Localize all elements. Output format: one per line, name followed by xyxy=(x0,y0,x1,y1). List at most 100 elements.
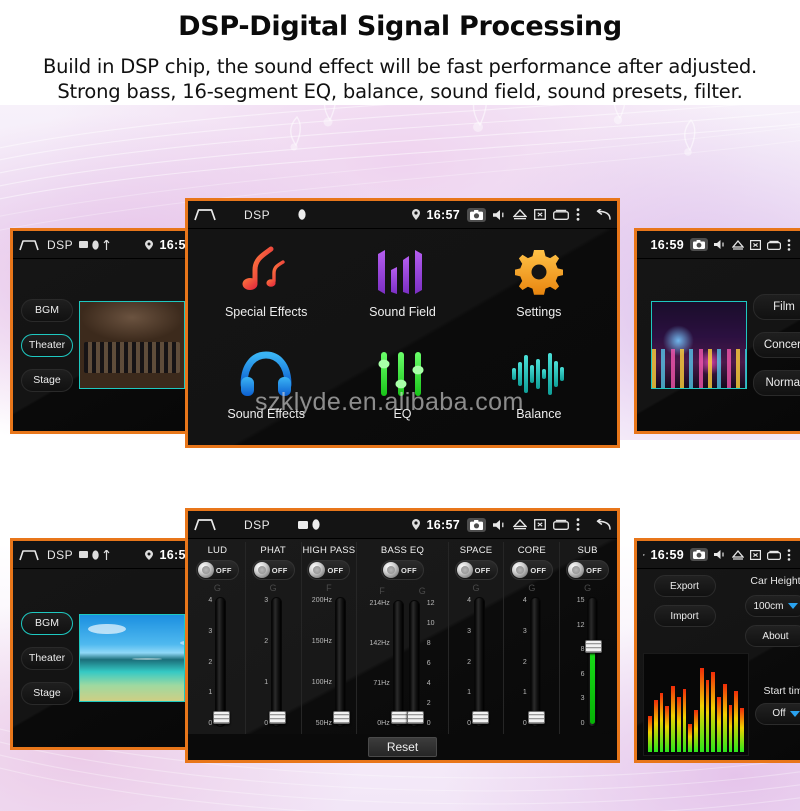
eq-column-phat: PHAT OFF G 32 10 xyxy=(246,542,302,734)
camera-icon[interactable] xyxy=(690,238,708,251)
camera-icon[interactable] xyxy=(467,517,486,532)
eq-slider-thumb[interactable] xyxy=(585,639,603,653)
knob-icon[interactable] xyxy=(309,562,326,578)
preset-button-theater[interactable]: Theater xyxy=(21,333,73,357)
car-height-label: Car Height xyxy=(750,575,800,587)
eq-toggle-row[interactable]: OFF xyxy=(195,560,239,580)
eq-slider-track[interactable] xyxy=(269,597,287,727)
recents-icon[interactable] xyxy=(553,519,569,530)
mute-icon[interactable] xyxy=(493,519,506,531)
preset-button-stage[interactable]: Stage xyxy=(21,681,73,705)
eq-slider-track[interactable] xyxy=(472,597,489,727)
equalizer-sliders-icon xyxy=(377,345,427,403)
app-tile-balance[interactable]: Balance xyxy=(471,339,607,441)
about-button[interactable]: About xyxy=(744,625,800,647)
eq-slider-thumb[interactable] xyxy=(390,711,408,724)
preset-button-bgm[interactable]: BGM xyxy=(21,298,73,322)
eq-slider-thumb[interactable] xyxy=(269,711,287,724)
screen-off-icon[interactable] xyxy=(750,239,761,250)
eq-toggle-row[interactable]: OFF xyxy=(251,560,295,580)
home-icon[interactable] xyxy=(194,208,216,221)
knob-icon[interactable] xyxy=(383,562,400,578)
eq-slider-track[interactable] xyxy=(527,597,545,727)
mute-icon[interactable] xyxy=(714,549,726,560)
preset-button-film[interactable]: Film xyxy=(753,294,800,320)
preset-button-stage[interactable]: Stage xyxy=(21,368,73,392)
overflow-menu-icon[interactable] xyxy=(576,518,580,531)
recents-icon[interactable] xyxy=(767,240,781,250)
eq-slider-track[interactable] xyxy=(333,597,351,727)
knob-icon[interactable] xyxy=(197,562,214,578)
spectrum-bar xyxy=(740,708,745,752)
start-time-dropdown[interactable]: Off xyxy=(755,702,800,725)
app-tile-settings[interactable]: Settings xyxy=(471,237,607,339)
eq-slider-thumb[interactable] xyxy=(213,711,231,724)
preset-thumbnail-beach[interactable] xyxy=(79,614,185,702)
eq-slider-track[interactable] xyxy=(213,597,231,727)
knob-icon[interactable] xyxy=(512,562,529,578)
eq-slider-thumb[interactable] xyxy=(406,711,424,724)
app-tile-sound-field[interactable]: Sound Field xyxy=(334,237,470,339)
knob-icon[interactable] xyxy=(253,562,270,578)
back-icon[interactable] xyxy=(593,208,611,221)
overflow-menu-icon[interactable] xyxy=(787,238,791,251)
mute-icon[interactable] xyxy=(714,239,726,250)
status-time: 16:59 xyxy=(650,237,684,252)
settings-body: Export Import Car Height 100cm About Sta… xyxy=(637,569,800,760)
eq-toggle-row[interactable]: OFF xyxy=(307,560,351,580)
eject-icon[interactable] xyxy=(732,549,744,560)
start-time-group: Start time Off xyxy=(755,653,800,756)
car-height-dropdown[interactable]: 100cm xyxy=(744,595,800,617)
preset-thumbnail-concert[interactable] xyxy=(651,301,747,389)
toggle-state-label: OFF xyxy=(271,565,288,575)
eject-icon[interactable] xyxy=(513,519,527,530)
eq-slider-track[interactable] xyxy=(585,597,603,727)
settings-bottom-row: Start time Off xyxy=(643,653,800,756)
reset-button[interactable]: Reset xyxy=(367,737,438,757)
recents-icon[interactable] xyxy=(767,550,781,560)
eject-icon[interactable] xyxy=(732,239,744,250)
status-bar: DSP 16:57 xyxy=(13,541,199,569)
home-icon[interactable] xyxy=(19,549,41,561)
eq-slider-track-frequency[interactable] xyxy=(390,600,408,727)
knob-icon[interactable] xyxy=(456,562,473,578)
status-time: 16:57 xyxy=(426,517,460,532)
home-icon[interactable] xyxy=(194,518,216,531)
screen-off-icon[interactable] xyxy=(750,549,761,560)
preset-button-theater[interactable]: Theater xyxy=(21,646,73,670)
app-tile-sound-effects[interactable]: Sound Effects xyxy=(198,339,334,441)
eq-toggle-row[interactable]: OFF xyxy=(454,560,498,580)
export-button[interactable]: Export xyxy=(653,575,716,597)
recents-icon[interactable] xyxy=(553,209,569,220)
app-label: Sound Effects xyxy=(227,407,305,421)
eq-slider-track-gain[interactable] xyxy=(406,600,424,727)
eject-icon[interactable] xyxy=(513,209,527,220)
home-icon[interactable] xyxy=(19,239,41,251)
app-tile-eq[interactable]: EQ xyxy=(334,339,470,441)
eq-slider-thumb[interactable] xyxy=(527,711,545,724)
screen-off-icon[interactable] xyxy=(534,209,546,220)
eq-slider-thumb[interactable] xyxy=(333,711,351,724)
eq-toggle-row[interactable]: OFF xyxy=(510,560,554,580)
eq-slider-thumb[interactable] xyxy=(472,711,489,724)
screen-off-icon[interactable] xyxy=(534,519,546,530)
eq-toggle-row[interactable]: OFF xyxy=(381,560,424,580)
overflow-menu-icon[interactable] xyxy=(576,208,580,221)
knob-icon[interactable] xyxy=(568,562,585,578)
back-icon[interactable] xyxy=(593,518,611,531)
overflow-menu-icon[interactable] xyxy=(787,548,791,561)
sd-card-icon xyxy=(79,551,89,558)
eq-tick-labels: 15 12 86 30 xyxy=(576,597,585,727)
preset-button-normal[interactable]: Normal xyxy=(753,370,800,396)
eq-slider-zone: 200Hz 150Hz 100Hz 50Hz xyxy=(302,593,357,734)
camera-icon[interactable] xyxy=(690,548,708,561)
preset-thumbnail-orchestra[interactable] xyxy=(79,301,185,389)
eq-toggle-row[interactable]: OFF xyxy=(566,560,610,580)
mute-icon[interactable] xyxy=(493,209,506,221)
camera-icon[interactable] xyxy=(467,207,486,222)
preset-button-concert[interactable]: Concert xyxy=(753,332,800,358)
preset-button-bgm[interactable]: BGM xyxy=(21,611,73,635)
import-button[interactable]: Import xyxy=(653,605,716,627)
app-tile-special-effects[interactable]: Special Effects xyxy=(198,237,334,339)
sd-card-icon xyxy=(298,520,309,529)
